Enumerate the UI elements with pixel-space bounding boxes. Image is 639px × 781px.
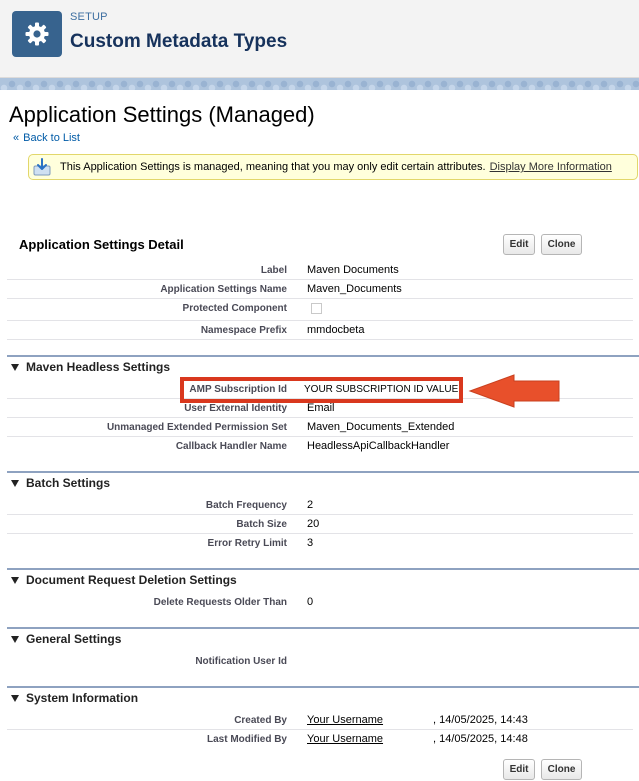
setup-title: Custom Metadata Types — [70, 31, 288, 52]
field-row-unmanaged-permission-set: Unmanaged Extended Permission Set Maven_… — [7, 418, 633, 437]
highlight-box — [180, 377, 463, 403]
info-download-icon — [33, 158, 51, 176]
field-label: Label — [260, 265, 287, 276]
field-label: Created By — [234, 715, 287, 726]
gear-icon — [12, 11, 62, 57]
section-general-settings[interactable]: General Settings — [7, 627, 639, 649]
detail-title: Application Settings Detail — [19, 237, 184, 252]
field-row-error-retry-limit: Error Retry Limit 3 — [7, 534, 633, 553]
field-label: Application Settings Name — [160, 284, 287, 295]
protected-component-checkbox — [311, 303, 322, 314]
triangle-down-icon[interactable] — [11, 695, 19, 702]
field-value: 3 — [307, 537, 314, 549]
setup-kicker: SETUP — [70, 11, 108, 23]
field-label: Notification User Id — [195, 656, 287, 667]
field-value: Maven Documents — [307, 264, 399, 276]
back-to-list-link[interactable]: «Back to List — [13, 132, 80, 144]
field-label: Delete Requests Older Than — [153, 597, 287, 608]
section-document-request-deletion[interactable]: Document Request Deletion Settings — [7, 568, 639, 590]
modified-by-user-link[interactable]: Your Username — [307, 733, 383, 745]
section-title: General Settings — [26, 632, 122, 646]
section-title: Batch Settings — [26, 476, 111, 490]
field-label: Error Retry Limit — [207, 538, 287, 549]
double-chevron-left-icon: « — [13, 132, 20, 144]
back-to-list-label: Back to List — [23, 132, 80, 144]
triangle-down-icon[interactable] — [11, 364, 19, 371]
field-label: Namespace Prefix — [200, 325, 287, 336]
footer-clone-button[interactable]: Clone — [541, 759, 582, 780]
field-value: Maven_Documents — [307, 283, 402, 295]
field-row-notification-user-id: Notification User Id — [7, 652, 633, 671]
field-label: Unmanaged Extended Permission Set — [106, 422, 287, 433]
field-value: HeadlessApiCallbackHandler — [307, 440, 450, 452]
section-title: Maven Headless Settings — [26, 360, 171, 374]
field-value: Email — [307, 402, 335, 414]
field-value: Maven_Documents_Extended — [307, 421, 455, 433]
triangle-down-icon[interactable] — [11, 480, 19, 487]
page-title: Application Settings (Managed) — [9, 102, 315, 127]
field-row-app-settings-name: Application Settings Name Maven_Document… — [7, 280, 633, 299]
triangle-down-icon[interactable] — [11, 636, 19, 643]
field-label: Callback Handler Name — [175, 441, 287, 452]
field-row-batch-size: Batch Size 20 — [7, 515, 633, 534]
field-label: Last Modified By — [206, 734, 287, 745]
section-system-information[interactable]: System Information — [7, 686, 639, 708]
field-value: 20 — [307, 518, 320, 530]
info-message-text: This Application Settings is managed, me… — [60, 161, 486, 173]
field-row-last-modified-by: Last Modified By Your Username , 14/05/2… — [7, 730, 633, 749]
field-label: Batch Size — [236, 519, 287, 530]
display-more-info-link[interactable]: Display More Information — [490, 161, 612, 173]
field-row-callback-handler: Callback Handler Name HeadlessApiCallbac… — [7, 437, 633, 456]
setup-header: SETUP Custom Metadata Types — [0, 0, 639, 78]
section-title: Document Request Deletion Settings — [26, 573, 237, 587]
field-row-label: Label Maven Documents — [7, 261, 633, 280]
field-row-protected-component: Protected Component — [7, 299, 633, 321]
field-row-created-by: Created By Your Username , 14/05/2025, 1… — [7, 711, 633, 730]
clone-button[interactable]: Clone — [541, 234, 582, 255]
created-date: , 14/05/2025, 14:43 — [433, 714, 528, 726]
edit-button[interactable]: Edit — [503, 234, 535, 255]
triangle-down-icon[interactable] — [11, 577, 19, 584]
header-decoration-band — [0, 78, 639, 90]
field-value: mmdocbeta — [307, 324, 365, 336]
field-row-batch-frequency: Batch Frequency 2 — [7, 496, 633, 515]
created-by-user-link[interactable]: Your Username — [307, 714, 383, 726]
field-label: Batch Frequency — [205, 500, 287, 511]
field-row-delete-requests-older-than: Delete Requests Older Than 0 — [7, 593, 633, 612]
info-message: This Application Settings is managed, me… — [28, 154, 638, 180]
field-value: 0 — [307, 596, 314, 608]
footer-edit-button[interactable]: Edit — [503, 759, 535, 780]
field-label: Protected Component — [182, 303, 287, 314]
section-title: System Information — [26, 691, 139, 705]
left-arrow-icon — [468, 374, 560, 408]
modified-date: , 14/05/2025, 14:48 — [433, 733, 528, 745]
field-row-namespace-prefix: Namespace Prefix mmdocbeta — [7, 321, 633, 340]
field-label: User External Identity — [184, 403, 287, 414]
section-batch-settings[interactable]: Batch Settings — [7, 471, 639, 493]
field-value: 2 — [307, 499, 314, 511]
